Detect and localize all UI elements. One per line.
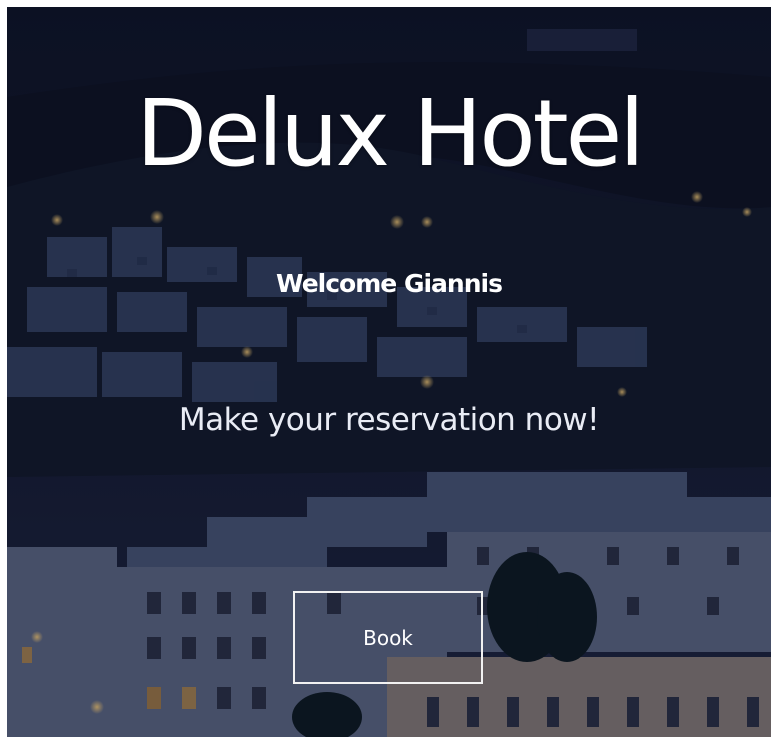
hotel-title: Delux Hotel: [136, 80, 645, 187]
reservation-prompt: Make your reservation now!: [178, 402, 600, 438]
welcome-message: Welcome Giannis: [276, 269, 503, 298]
hero-section: Delux Hotel Welcome Giannis Make your re…: [7, 7, 771, 737]
book-button[interactable]: Book: [293, 591, 483, 684]
